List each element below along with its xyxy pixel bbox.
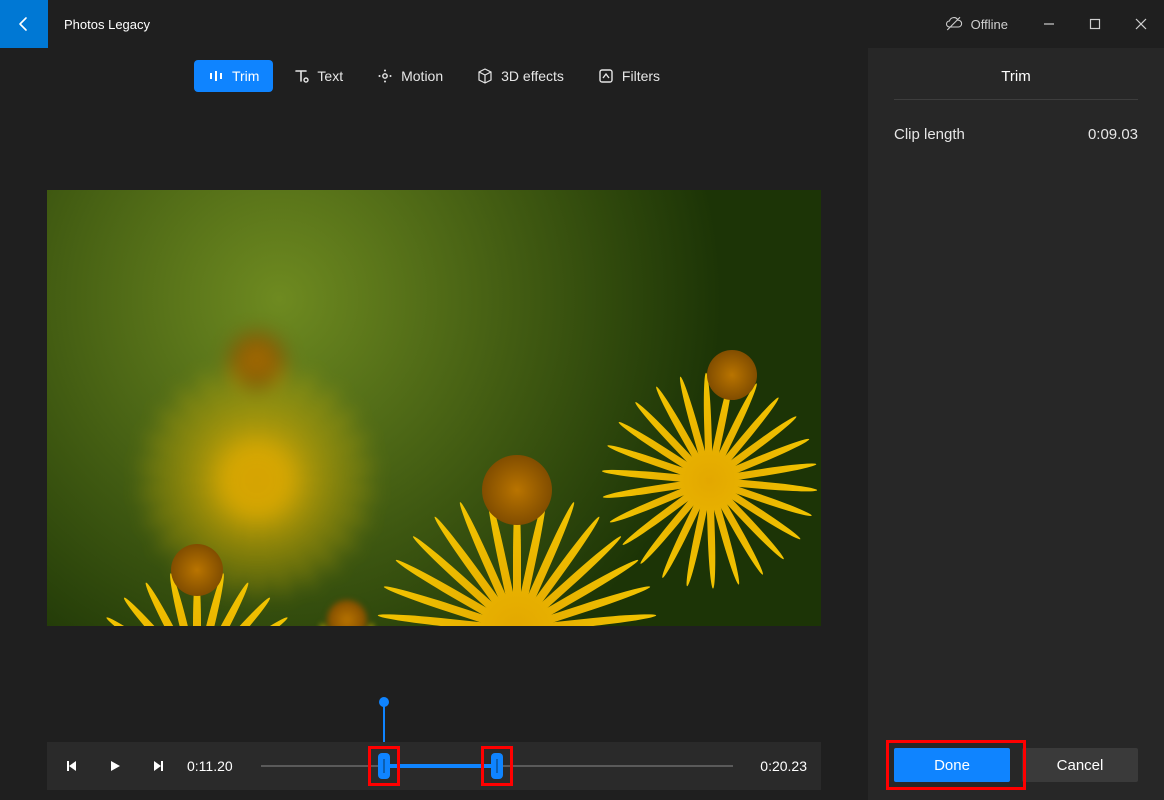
done-button[interactable]: Done [894, 748, 1010, 782]
window-controls [1026, 0, 1164, 48]
title-bar: Photos Legacy Offline [0, 0, 1164, 48]
tab-label: Text [317, 68, 343, 84]
tab-3d-effects[interactable]: 3D effects [463, 60, 578, 92]
panel-title: Trim [894, 48, 1138, 100]
tab-label: Trim [232, 68, 259, 84]
playhead[interactable] [379, 697, 389, 707]
editor-main: Trim Text Motion 3D effects Filters [0, 48, 868, 800]
tab-trim[interactable]: Trim [194, 60, 273, 92]
video-preview [47, 190, 821, 626]
step-back-icon [66, 759, 80, 773]
tab-label: 3D effects [501, 68, 564, 84]
filters-icon [598, 68, 614, 84]
effects-3d-icon [477, 68, 493, 84]
duration: 0:20.23 [751, 758, 807, 774]
tab-label: Filters [622, 68, 660, 84]
offline-indicator: Offline [927, 0, 1026, 48]
tab-filters[interactable]: Filters [584, 60, 674, 92]
clip-length-value: 0:09.03 [1088, 126, 1138, 143]
back-button[interactable] [0, 0, 48, 48]
prev-frame-button[interactable] [61, 754, 85, 778]
cancel-label: Cancel [1057, 757, 1104, 774]
minimize-button[interactable] [1026, 0, 1072, 48]
play-button[interactable] [103, 754, 127, 778]
trim-track[interactable] [261, 742, 733, 790]
tab-motion[interactable]: Motion [363, 60, 457, 92]
trim-start-handle[interactable] [378, 753, 390, 779]
done-label: Done [934, 757, 970, 774]
edit-tabbar: Trim Text Motion 3D effects Filters [0, 48, 868, 104]
tab-text[interactable]: Text [279, 60, 357, 92]
trim-end-handle[interactable] [491, 753, 503, 779]
close-button[interactable] [1118, 0, 1164, 48]
clip-length-label: Clip length [894, 126, 965, 143]
arrow-left-icon [16, 16, 32, 32]
play-icon [108, 759, 122, 773]
close-icon [1135, 18, 1147, 30]
text-icon [293, 68, 309, 84]
app-title: Photos Legacy [48, 0, 150, 48]
tab-label: Motion [401, 68, 443, 84]
offline-label: Offline [971, 17, 1008, 32]
current-time: 0:11.20 [187, 758, 243, 774]
trim-icon [208, 68, 224, 84]
minimize-icon [1043, 18, 1055, 30]
side-panel: Trim Clip length 0:09.03 Done Cancel [868, 48, 1164, 800]
maximize-button[interactable] [1072, 0, 1118, 48]
maximize-icon [1089, 18, 1101, 30]
playback-bar: 0:11.20 0:20.23 [47, 742, 821, 790]
cancel-button[interactable]: Cancel [1022, 748, 1138, 782]
cloud-offline-icon [945, 15, 963, 33]
next-frame-button[interactable] [145, 754, 169, 778]
step-forward-icon [150, 759, 164, 773]
motion-icon [377, 68, 393, 84]
